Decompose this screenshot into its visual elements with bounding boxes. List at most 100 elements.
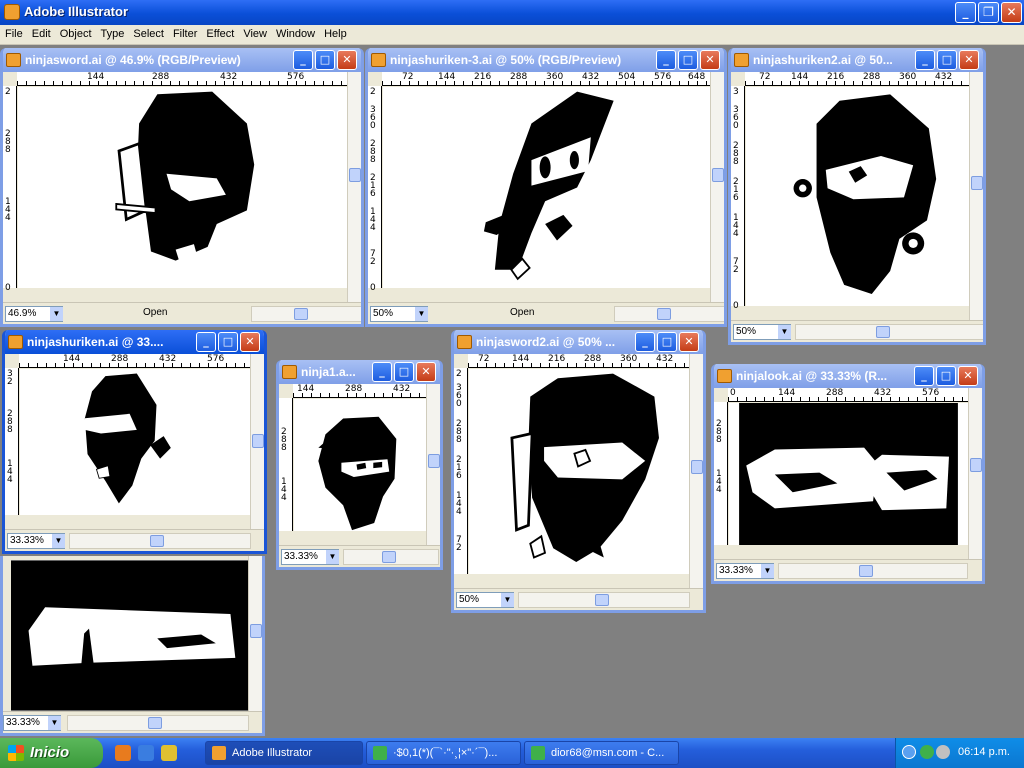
zoom-select[interactable]: 46.9% ▼	[5, 306, 63, 322]
close-button[interactable]: ✕	[1001, 2, 1022, 23]
menu-view[interactable]: View	[238, 25, 271, 40]
close-button[interactable]: ✕	[416, 362, 436, 382]
volume-icon[interactable]	[936, 745, 950, 759]
menu-help[interactable]: Help	[319, 25, 351, 40]
close-button[interactable]: ✕	[958, 366, 978, 386]
minimize-button[interactable]: _	[372, 362, 392, 382]
minimize-button[interactable]: _	[955, 2, 976, 23]
maximize-button[interactable]: □	[218, 332, 238, 352]
horizontal-scrollbar[interactable]	[778, 563, 968, 579]
chevron-down-icon[interactable]: ▼	[326, 550, 339, 564]
artboard[interactable]	[11, 560, 248, 711]
task-adobe-illustrator[interactable]: Adobe Illustrator	[205, 741, 363, 765]
zoom-select[interactable]: 33.33% ▼	[7, 533, 65, 549]
minimize-button[interactable]: _	[656, 50, 676, 70]
document-titlebar[interactable]: ninjasword2.ai @ 50% ... _ □ ✕	[454, 330, 703, 354]
vertical-scrollbar[interactable]	[689, 354, 703, 588]
vertical-scrollbar[interactable]	[426, 384, 440, 545]
document-window-ninjalook[interactable]: ninjalook.ai @ 33.33% (R... _ □ ✕ 0 144 …	[711, 364, 985, 584]
horizontal-scrollbar[interactable]	[343, 549, 439, 565]
menu-file[interactable]: File	[0, 25, 27, 40]
minimize-button[interactable]: _	[635, 332, 655, 352]
document-window-ninjasword2[interactable]: ninjasword2.ai @ 50% ... _ □ ✕ 72 144 21…	[451, 330, 706, 613]
browser-icon[interactable]	[138, 745, 154, 761]
zoom-select[interactable]: 50% ▼	[733, 324, 791, 340]
artboard[interactable]	[294, 399, 426, 531]
chevron-down-icon[interactable]: ▼	[48, 716, 61, 730]
document-window-ninjasword[interactable]: ninjasword.ai @ 46.9% (RGB/Preview) _ □ …	[0, 48, 364, 327]
firefox-icon[interactable]	[115, 745, 131, 761]
zoom-select[interactable]: 33.33% ▼	[281, 549, 339, 565]
minimize-button[interactable]: _	[914, 366, 934, 386]
zoom-select[interactable]: 50% ▼	[370, 306, 428, 322]
menu-select[interactable]: Select	[128, 25, 168, 40]
maximize-button[interactable]: □	[315, 50, 335, 70]
horizontal-scrollbar[interactable]	[69, 533, 251, 549]
document-titlebar[interactable]: ninjasword.ai @ 46.9% (RGB/Preview) _ □ …	[3, 48, 361, 72]
artboard[interactable]	[746, 87, 969, 306]
horizontal-scrollbar[interactable]	[614, 306, 724, 322]
maximize-button[interactable]: □	[937, 50, 957, 70]
maximize-button[interactable]: □	[936, 366, 956, 386]
chevron-down-icon[interactable]: ▼	[415, 307, 428, 321]
task-messenger-contact[interactable]: dior68@msn.com - C...	[524, 741, 679, 765]
artboard[interactable]	[18, 87, 347, 288]
chevron-down-icon[interactable]: ▼	[761, 564, 774, 578]
menu-filter[interactable]: Filter	[168, 25, 201, 40]
vertical-scrollbar[interactable]	[250, 354, 264, 529]
horizontal-scrollbar[interactable]	[795, 324, 983, 340]
menu-effect[interactable]: Effect	[201, 25, 238, 40]
horizontal-scrollbar[interactable]	[251, 306, 361, 322]
minimize-button[interactable]: _	[915, 50, 935, 70]
close-button[interactable]: ✕	[679, 332, 699, 352]
horizontal-scrollbar[interactable]	[518, 592, 690, 608]
document-window-ninjashuriken[interactable]: ninjashuriken.ai @ 33.... _ □ ✕ 144 288 …	[2, 330, 267, 554]
artboard[interactable]	[383, 87, 710, 288]
maximize-button[interactable]: □	[394, 362, 414, 382]
close-button[interactable]: ✕	[700, 50, 720, 70]
minimize-button[interactable]: _	[196, 332, 216, 352]
document-titlebar[interactable]: ninjashuriken-3.ai @ 50% (RGB/Preview) _…	[368, 48, 724, 72]
task-messenger-chat[interactable]: ·$0,1(*)(¯`·"·¸¦×"·´¯)...	[366, 741, 521, 765]
close-button[interactable]: ✕	[240, 332, 260, 352]
artboard[interactable]	[20, 369, 250, 515]
artboard[interactable]	[729, 403, 968, 545]
messenger-tray-icon[interactable]	[920, 745, 934, 759]
document-titlebar[interactable]: ninjalook.ai @ 33.33% (R... _ □ ✕	[714, 364, 982, 388]
maximize-button[interactable]: □	[657, 332, 677, 352]
document-titlebar[interactable]: ninja1.a... _ □ ✕	[279, 360, 440, 384]
menu-type[interactable]: Type	[96, 25, 129, 40]
chevron-down-icon[interactable]: ▼	[778, 325, 791, 339]
illustrator-app-icon[interactable]	[4, 4, 20, 20]
zoom-select[interactable]: 33.33% ▼	[3, 715, 61, 731]
start-button[interactable]: Inicio	[0, 738, 103, 768]
vertical-scrollbar[interactable]	[968, 388, 982, 559]
artboard[interactable]	[469, 369, 689, 574]
vertical-scrollbar[interactable]	[710, 72, 724, 302]
document-window-ninjashuriken-3[interactable]: ninjashuriken-3.ai @ 50% (RGB/Preview) _…	[365, 48, 727, 327]
chevron-left-icon[interactable]	[902, 745, 916, 759]
quicklaunch-icon[interactable]	[161, 745, 177, 761]
close-button[interactable]: ✕	[959, 50, 979, 70]
vertical-scrollbar[interactable]	[347, 72, 361, 302]
minimize-button[interactable]: _	[293, 50, 313, 70]
vertical-scrollbar[interactable]	[969, 72, 983, 320]
document-titlebar[interactable]: ninjashuriken.ai @ 33.... _ □ ✕	[5, 330, 264, 354]
restore-button[interactable]: ❐	[978, 2, 999, 23]
chevron-down-icon[interactable]: ▼	[50, 307, 63, 321]
document-window-hidden[interactable]: 33.33% ▼	[0, 556, 265, 736]
zoom-select[interactable]: 33.33% ▼	[716, 563, 774, 579]
menu-object[interactable]: Object	[55, 25, 96, 40]
zoom-select[interactable]: 50% ▼	[456, 592, 514, 608]
chevron-down-icon[interactable]: ▼	[501, 593, 514, 607]
document-titlebar[interactable]: ninjashuriken2.ai @ 50... _ □ ✕	[731, 48, 983, 72]
maximize-button[interactable]: □	[678, 50, 698, 70]
menu-edit[interactable]: Edit	[27, 25, 55, 40]
close-button[interactable]: ✕	[337, 50, 357, 70]
vertical-scrollbar[interactable]	[248, 556, 262, 711]
document-window-ninjashuriken2[interactable]: ninjashuriken2.ai @ 50... _ □ ✕ 72 144 2…	[728, 48, 986, 345]
horizontal-scrollbar[interactable]	[67, 715, 249, 731]
menu-window[interactable]: Window	[271, 25, 319, 40]
chevron-down-icon[interactable]: ▼	[52, 534, 65, 548]
document-window-ninja1[interactable]: ninja1.a... _ □ ✕ 144 288 432 2 8 8 1 4 …	[276, 360, 443, 570]
